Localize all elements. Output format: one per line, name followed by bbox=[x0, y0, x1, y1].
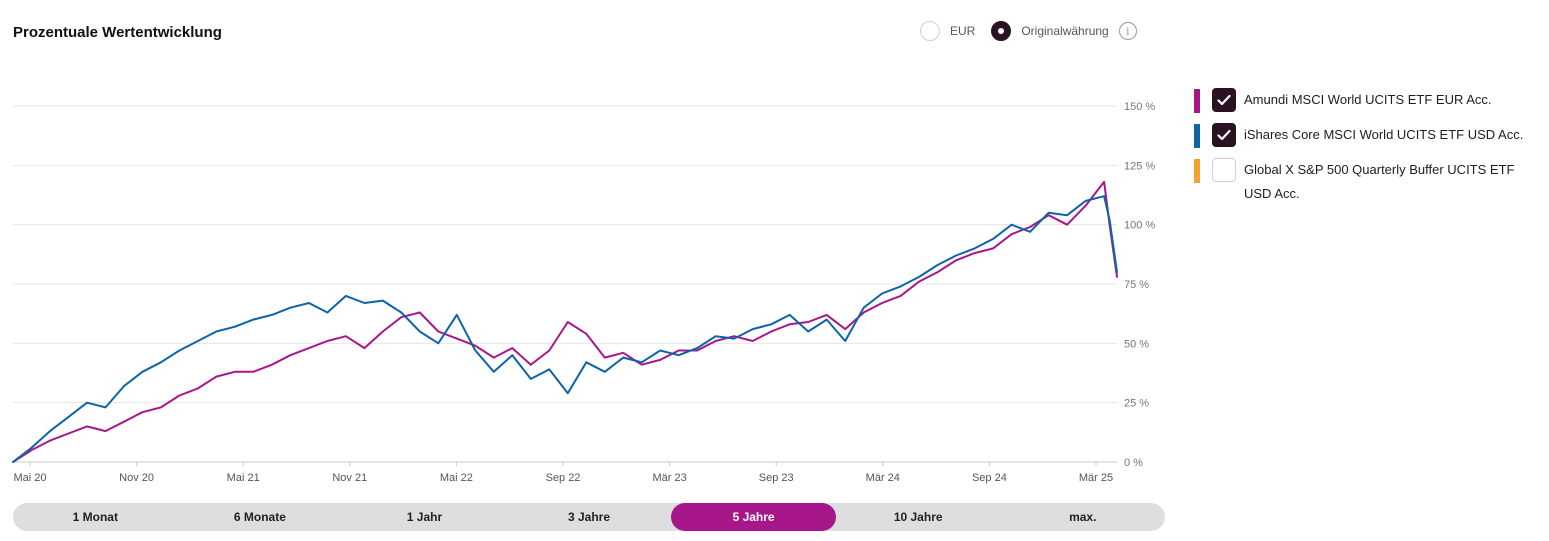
x-tick-label: Mär 25 bbox=[1079, 472, 1113, 484]
y-tick-label: 150 % bbox=[1124, 101, 1155, 113]
legend-color-swatch bbox=[1194, 159, 1200, 183]
radio-eur[interactable]: EUR bbox=[920, 21, 975, 41]
period-1-jahr[interactable]: 1 Jahr bbox=[342, 503, 507, 531]
performance-chart: 0 % 25 % 50 % 75 % 100 % 125 % 150 % Mai 20 Nov … bbox=[12, 101, 1155, 484]
legend-checkbox-amundi[interactable] bbox=[1212, 88, 1236, 112]
y-tick-label: 25 % bbox=[1124, 398, 1149, 410]
period-1-monat[interactable]: 1 Monat bbox=[13, 503, 178, 531]
y-tick-label: 0 % bbox=[1124, 457, 1143, 469]
x-tick-label: Mai 20 bbox=[13, 472, 46, 484]
radio-eur-indicator[interactable] bbox=[920, 21, 940, 41]
x-tick-label: Sep 23 bbox=[759, 472, 794, 484]
series-line-1 bbox=[12, 195, 1118, 463]
legend-color-swatch bbox=[1194, 89, 1200, 113]
period-3-jahre[interactable]: 3 Jahre bbox=[507, 503, 672, 531]
radio-original-currency-label: Originalwährung bbox=[1021, 24, 1109, 38]
radio-original-currency-indicator[interactable] bbox=[991, 21, 1012, 41]
info-icon[interactable]: i bbox=[1118, 22, 1137, 40]
y-tick-label: 50 % bbox=[1124, 338, 1149, 350]
legend-item-ishares[interactable]: iShares Core MSCI World UCITS ETF USD Ac… bbox=[1194, 123, 1544, 148]
y-tick-label: 100 % bbox=[1124, 220, 1155, 232]
x-tick-label: Mai 21 bbox=[227, 472, 260, 484]
legend-label-globalx: Global X S&P 500 Quarterly Buffer UCITS … bbox=[1244, 162, 1515, 201]
x-tick-label: Sep 22 bbox=[546, 472, 581, 484]
x-tick-label: Nov 20 bbox=[119, 472, 154, 484]
period-10-jahre[interactable]: 10 Jahre bbox=[836, 503, 1001, 531]
radio-eur-label: EUR bbox=[950, 24, 976, 38]
y-tick-label: 125 % bbox=[1124, 160, 1155, 172]
legend-item-amundi[interactable]: Amundi MSCI World UCITS ETF EUR Acc. bbox=[1194, 88, 1544, 113]
period-6-monate[interactable]: 6 Monate bbox=[178, 503, 343, 531]
period-selector: 1 Monat 6 Monate 1 Jahr 3 Jahre 5 Jahre … bbox=[13, 503, 1165, 531]
legend-label-amundi: Amundi MSCI World UCITS ETF EUR Acc. bbox=[1244, 92, 1492, 107]
legend-checkbox-ishares[interactable] bbox=[1212, 123, 1236, 147]
x-tick-label: Sep 24 bbox=[972, 472, 1007, 484]
series-line-0 bbox=[12, 180, 1118, 463]
y-tick-label: 75 % bbox=[1124, 279, 1149, 291]
legend-color-swatch bbox=[1194, 124, 1200, 148]
period-5-jahre[interactable]: 5 Jahre bbox=[671, 503, 836, 531]
legend-label-ishares: iShares Core MSCI World UCITS ETF USD Ac… bbox=[1244, 127, 1524, 142]
currency-toggle: EUR Originalwährung i bbox=[920, 21, 1137, 41]
x-tick-label: Mär 24 bbox=[866, 472, 900, 484]
checkmark-icon bbox=[1217, 129, 1231, 141]
legend: Amundi MSCI World UCITS ETF EUR Acc. iSh… bbox=[1194, 88, 1544, 216]
x-tick-label: Mär 23 bbox=[652, 472, 686, 484]
x-tick-label: Mai 22 bbox=[440, 472, 473, 484]
x-tick-label: Nov 21 bbox=[332, 472, 367, 484]
radio-original-currency[interactable]: Originalwährung bbox=[991, 21, 1109, 41]
legend-checkbox-globalx[interactable] bbox=[1212, 158, 1236, 182]
checkmark-icon bbox=[1217, 94, 1231, 106]
legend-item-globalx[interactable]: Global X S&P 500 Quarterly Buffer UCITS … bbox=[1194, 158, 1544, 206]
page-title: Prozentuale Wertentwicklung bbox=[13, 24, 222, 41]
period-max[interactable]: max. bbox=[1000, 503, 1165, 531]
